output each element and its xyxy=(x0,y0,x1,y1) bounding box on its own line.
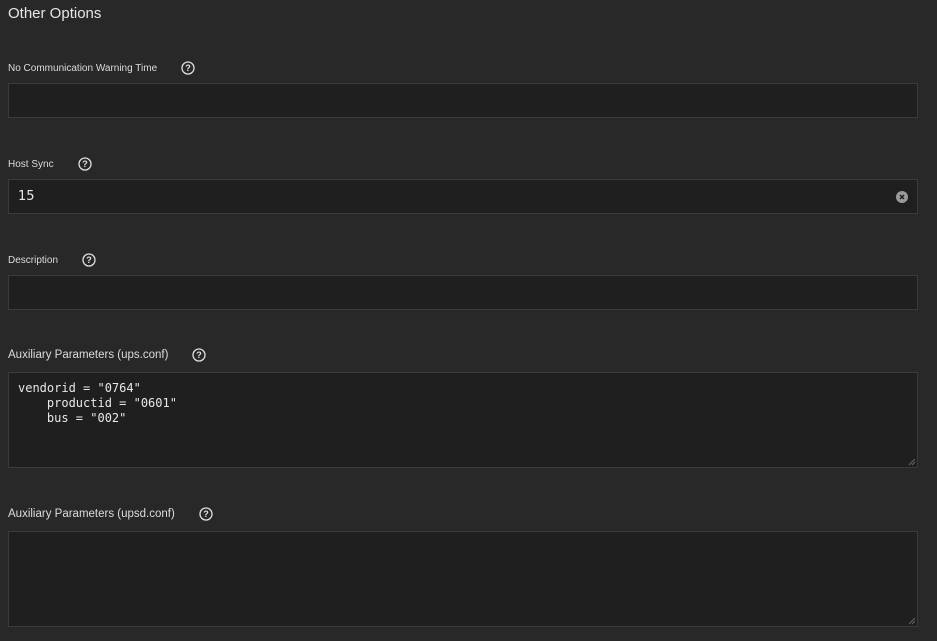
label-text: Auxiliary Parameters (ups.conf) xyxy=(8,349,169,361)
help-icon[interactable]: ? xyxy=(192,348,207,362)
svg-text:?: ? xyxy=(185,63,191,73)
svg-text:?: ? xyxy=(82,159,88,169)
svg-text:?: ? xyxy=(197,350,203,360)
svg-text:?: ? xyxy=(203,509,209,519)
description-input[interactable] xyxy=(8,275,918,310)
field-label-description: Description ? xyxy=(8,253,96,267)
aux-ups-conf-textarea[interactable]: vendorid = "0764" productid = "0601" bus… xyxy=(8,372,918,468)
field-label-aux-ups-conf: Auxiliary Parameters (ups.conf) ? xyxy=(8,348,207,362)
help-icon[interactable]: ? xyxy=(82,253,96,267)
aux-upsd-conf-textarea[interactable] xyxy=(8,531,918,627)
svg-text:?: ? xyxy=(86,255,92,265)
resize-grip-icon[interactable] xyxy=(907,616,916,625)
label-text: Description xyxy=(8,254,59,266)
resize-grip-icon[interactable] xyxy=(907,457,916,466)
label-text: Host Sync xyxy=(8,158,54,170)
textarea-value: vendorid = "0764" productid = "0601" bus… xyxy=(18,381,177,425)
input-value: 15 xyxy=(18,189,35,204)
field-label-host-sync: Host Sync ? xyxy=(8,157,92,171)
section-title: Other Options xyxy=(8,5,102,22)
clear-icon[interactable] xyxy=(896,191,908,203)
help-icon[interactable]: ? xyxy=(77,157,92,171)
help-icon[interactable]: ? xyxy=(199,507,213,521)
no-communication-warning-time-input[interactable] xyxy=(8,83,918,118)
label-text: Auxiliary Parameters (upsd.conf) xyxy=(8,508,175,520)
field-label-no-communication-warning-time: No Communication Warning Time ? xyxy=(8,61,195,75)
field-label-aux-upsd-conf: Auxiliary Parameters (upsd.conf) ? xyxy=(8,507,213,521)
help-icon[interactable]: ? xyxy=(181,61,195,75)
host-sync-input[interactable]: 15 xyxy=(8,179,918,214)
label-text: No Communication Warning Time xyxy=(8,62,158,74)
